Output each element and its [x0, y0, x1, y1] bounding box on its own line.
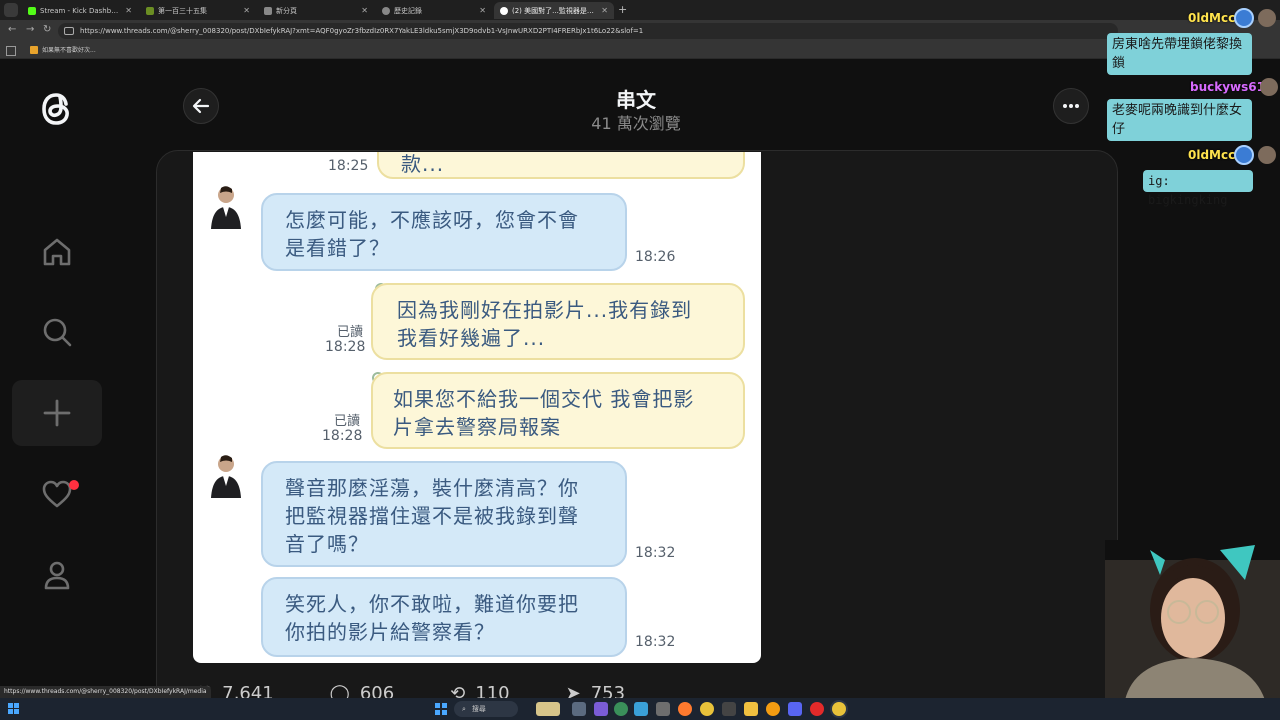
webcam-overlay [1105, 540, 1280, 700]
chat-timestamp: 18:32 [635, 634, 676, 650]
tab-kick-dashboard[interactable]: Stream - Kick Dashboard ✕ [22, 2, 138, 19]
chat-bubble-in: 聲音那麼淫蕩，裝什麼清高？你 把監視器擋住還不是被我錄到聲 音了嗎？ [261, 461, 627, 567]
chat-timestamp: 18:28 [325, 339, 366, 355]
notification-dot [69, 480, 79, 490]
chat-username: 0ldMcc [1188, 148, 1236, 162]
tab-threads-post[interactable]: (2) 美國對了...監視器是個介紹 ✕ [494, 2, 614, 19]
more-options-button[interactable] [1053, 88, 1089, 124]
close-tab-icon[interactable]: ✕ [361, 6, 368, 15]
chat-timestamp: 18:28 [322, 428, 363, 444]
chrome-icon [264, 6, 272, 15]
chat-username: 0ldMcc [1188, 11, 1236, 25]
chat-message: ig: bigkingking [1143, 170, 1253, 207]
search-icon [43, 318, 72, 347]
threads-icon [500, 6, 508, 15]
forward-nav-icon[interactable]: → [26, 24, 34, 35]
profile-icon [44, 561, 70, 590]
view-count: 41 萬次瀏覽 [591, 114, 681, 133]
new-tab-button[interactable]: + [618, 3, 627, 16]
read-receipt: 已讀 [334, 414, 361, 429]
crown-badge-icon [1234, 145, 1254, 165]
app-icon[interactable] [656, 702, 670, 716]
create-icon-wrap [35, 391, 79, 435]
status-bar-url: https://www.threads.com/@sherry_008320/p… [0, 686, 211, 698]
sender-avatar [211, 455, 241, 498]
chat-timestamp: 18:26 [635, 249, 676, 265]
tab-bar: Stream - Kick Dashboard ✕ 第一百三十五集 ✕ 新分頁 … [0, 0, 1280, 20]
tab-new-tab[interactable]: 新分頁 ✕ [258, 2, 374, 19]
file-explorer-icon[interactable] [744, 702, 758, 716]
threads-logo-icon[interactable] [33, 85, 81, 133]
tab-history[interactable]: 歷史記錄 ✕ [376, 2, 492, 19]
app-icon[interactable] [810, 702, 824, 716]
back-button[interactable] [183, 88, 219, 124]
close-tab-icon[interactable]: ✕ [601, 6, 608, 15]
chat-bubble-in: 笑死人，你不敢啦，難道你要把 你拍的影片給警察看？ [261, 577, 627, 657]
address-bar[interactable]: https://www.threads.com/@sherry_008320/p… [58, 23, 1118, 39]
page-title: 串文 [616, 88, 656, 112]
widget-icon[interactable] [536, 702, 560, 716]
chat-bubble-in: 怎麼可能，不應該呀，您會不會 是看錯了？ [261, 193, 627, 271]
reload-icon[interactable]: ↻ [43, 24, 51, 35]
activity-nav-button[interactable] [35, 472, 79, 516]
task-view-icon[interactable] [572, 702, 586, 716]
steam-icon[interactable] [634, 702, 648, 716]
site-icon [146, 6, 154, 15]
tab-search-button[interactable] [4, 3, 18, 17]
crown-badge-icon [1234, 8, 1254, 28]
bookmarks-bar: 如果無不喜歡好次... [0, 42, 1280, 59]
chrome-active-icon[interactable] [832, 702, 846, 716]
chat-bubble-out: 如果您不給我一個交代 我會把影 片拿去警察局報案 [371, 372, 745, 449]
search-nav-button[interactable] [35, 310, 79, 354]
windows-taskbar: ⌕ 搜尋 [0, 698, 1280, 720]
taskbar-search[interactable]: ⌕ 搜尋 [454, 701, 518, 717]
close-tab-icon[interactable]: ✕ [479, 6, 486, 15]
folder-icon [30, 45, 38, 54]
kick-icon [28, 6, 36, 15]
back-nav-icon[interactable]: ← [8, 24, 16, 35]
site-info-icon[interactable] [64, 27, 74, 35]
close-tab-icon[interactable]: ✕ [243, 6, 250, 15]
chat-timestamp: 18:32 [635, 545, 676, 561]
windows-start-icon[interactable] [8, 703, 19, 714]
app-icon[interactable] [594, 702, 608, 716]
bookmark-item[interactable]: 如果無不喜歡好次... [30, 45, 96, 54]
address-row: ← → ↻ https://www.threads.com/@sherry_00… [0, 20, 1280, 42]
home-icon [43, 238, 71, 266]
app-icon[interactable] [614, 702, 628, 716]
chrome-icon[interactable] [700, 702, 714, 716]
chat-avatar [1258, 9, 1276, 27]
app-icon[interactable] [722, 702, 736, 716]
discord-icon[interactable] [788, 702, 802, 716]
start-menu-icon[interactable] [434, 702, 448, 716]
history-icon [382, 6, 390, 15]
chat-bubble-out: 因為我剛好在拍影片...我有錄到 我看好幾遍了... [371, 283, 745, 360]
profile-nav-button[interactable] [35, 553, 79, 597]
apps-grid-icon[interactable] [6, 46, 16, 56]
plus-icon [43, 399, 71, 427]
chat-avatar [1258, 146, 1276, 164]
chat-bubble-out: 款... [377, 152, 745, 179]
close-tab-icon[interactable]: ✕ [125, 6, 132, 15]
ellipsis-icon [1063, 104, 1079, 108]
home-nav-button[interactable] [35, 230, 79, 274]
search-icon: ⌕ [462, 704, 466, 713]
sender-avatar [211, 186, 241, 229]
chat-message: 老麥呢兩晚識到什麼女仔 [1107, 99, 1252, 141]
firefox-icon[interactable] [678, 702, 692, 716]
arrow-left-icon [192, 98, 210, 114]
tab-episode[interactable]: 第一百三十五集 ✕ [140, 2, 256, 19]
app-icon[interactable] [766, 702, 780, 716]
post-image-chat-screenshot[interactable]: 款... 18:25 怎麼可能，不應該呀，您會不會 是看錯了？ 18:26 因為… [193, 152, 761, 663]
read-receipt: 已讀 [337, 325, 364, 340]
chat-avatar [1260, 78, 1278, 96]
chat-message: 房東啥先帶埋鎖佬黎換鎖 [1107, 33, 1252, 75]
chat-timestamp: 18:25 [328, 158, 369, 174]
